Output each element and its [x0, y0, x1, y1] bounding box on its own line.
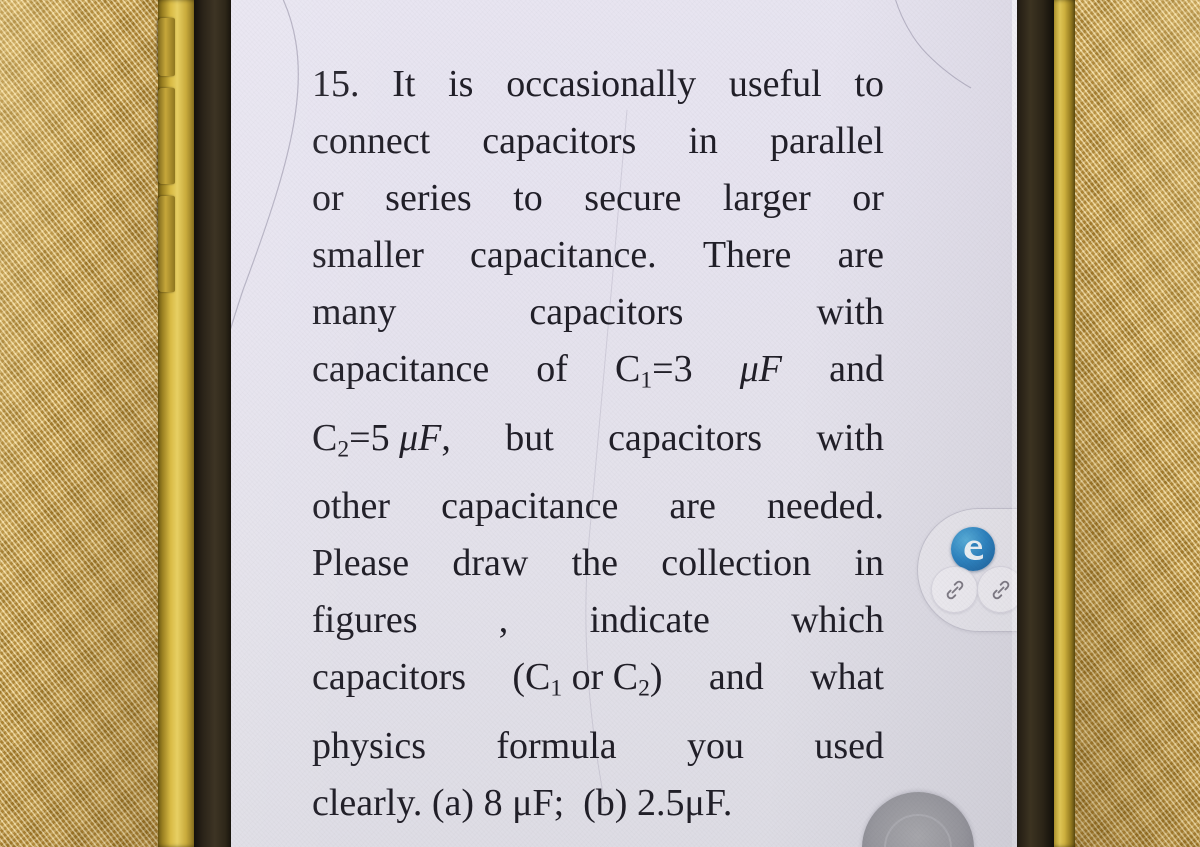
- text-line: Please draw the collection in: [312, 542, 884, 585]
- browser-e-icon[interactable]: [951, 527, 995, 571]
- home-button-ring: [884, 814, 952, 847]
- phone-case-edge-left: [158, 0, 198, 847]
- text-line: figures, indicate which: [312, 599, 884, 642]
- straw-mat-background-right: [1068, 0, 1200, 847]
- text-line: capacitors (C1 or C2) and what: [312, 656, 884, 702]
- phone-screen[interactable]: 15. It is occasionally useful to connect capac…: [231, 0, 1017, 847]
- text-line: smaller capacitance. There are: [312, 234, 884, 276]
- side-button-1[interactable]: [158, 18, 175, 76]
- text-line: 15. It is occasionally useful to: [312, 63, 884, 105]
- text-line: or series to secure larger or: [312, 177, 884, 219]
- side-button-3[interactable]: [158, 196, 175, 292]
- link-chain-icon[interactable]: [931, 566, 978, 613]
- text-line: capacitance of C1=3 μF and: [312, 348, 884, 394]
- link-chain-icon[interactable]: [977, 566, 1017, 613]
- photo-scene: 15. It is occasionally useful to connect capac…: [0, 0, 1200, 847]
- text-line: other capacitance are needed.: [312, 485, 884, 528]
- phone-bezel-right: [1011, 0, 1054, 847]
- assistive-touch-widget[interactable]: [917, 508, 1017, 632]
- screen-edge-highlight: [1012, 0, 1017, 847]
- text-line: many capacitors with: [312, 291, 884, 333]
- question-text-block: 15. It is occasionally useful to connect capac…: [312, 56, 884, 832]
- text-line: physics formula you used: [312, 724, 884, 767]
- text-line-answers: clearly. (a) 8 μF; (b) 2.5μF.: [312, 781, 733, 824]
- text-line: connect capacitors in parallel: [312, 120, 884, 162]
- side-button-2[interactable]: [158, 88, 175, 184]
- text-line: C2=5 μF, but capacitors with: [312, 416, 884, 463]
- phone-bezel-left: [194, 0, 234, 847]
